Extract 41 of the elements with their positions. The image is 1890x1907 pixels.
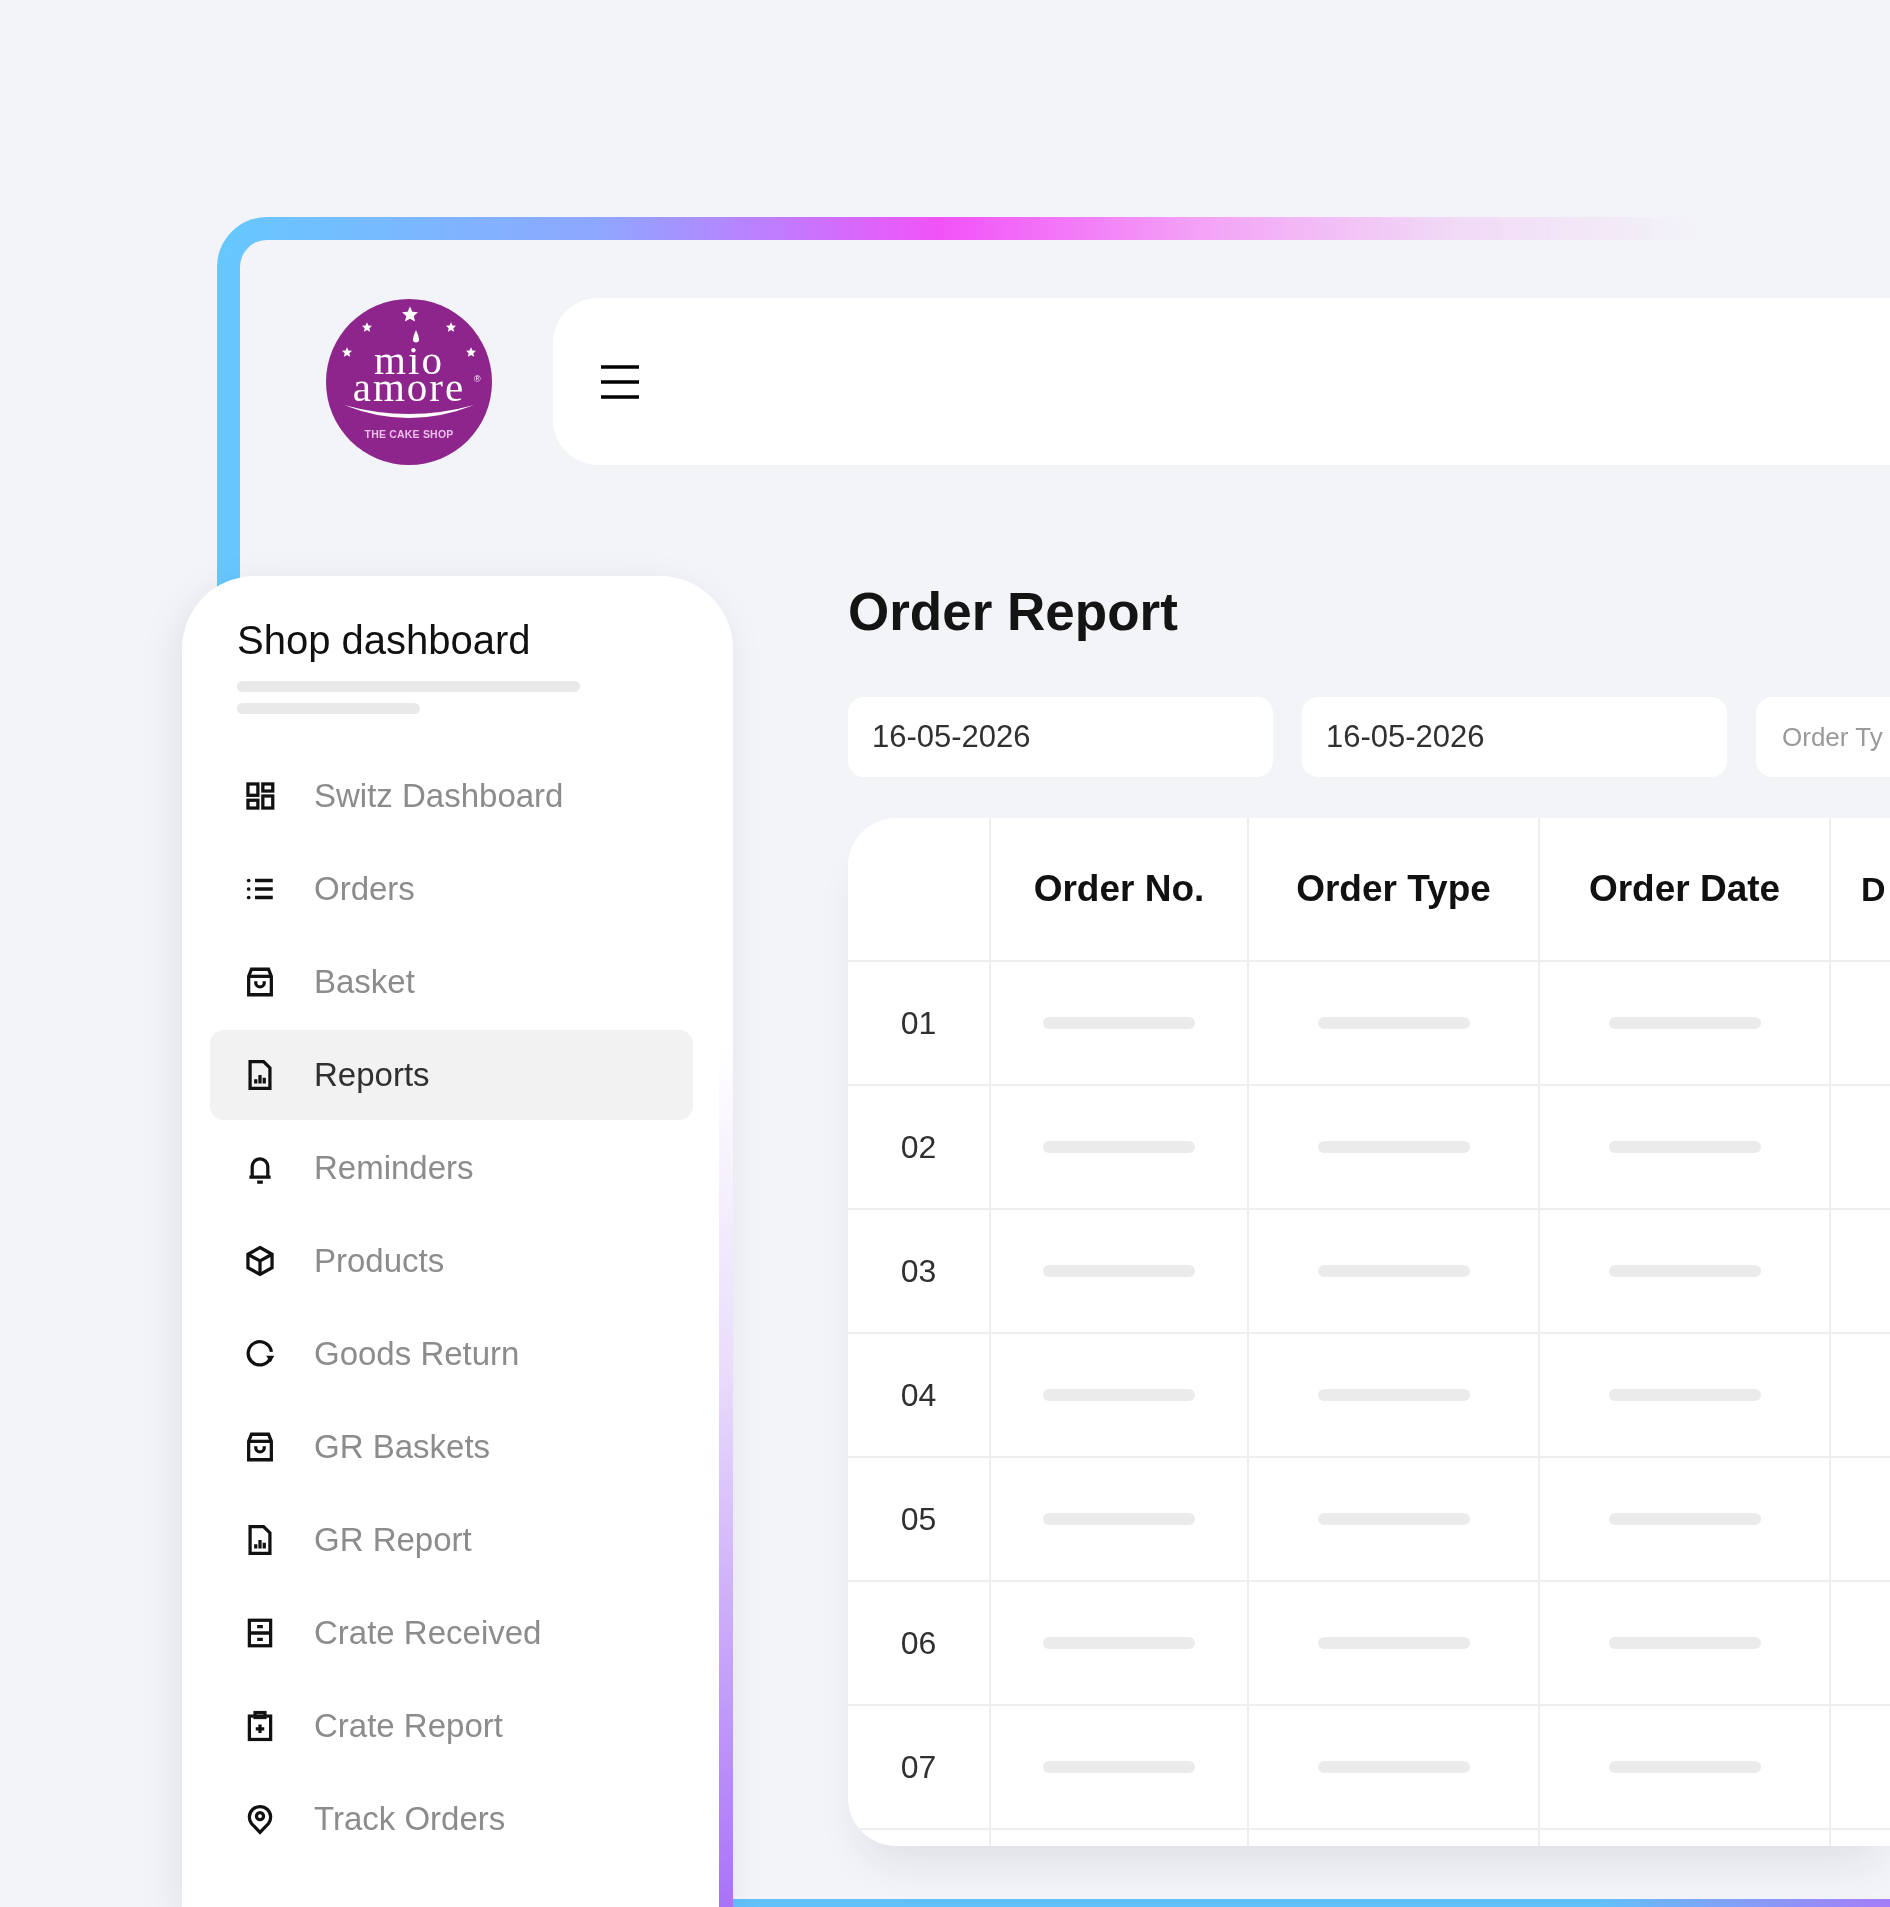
column-header: Order Date — [1588, 867, 1781, 911]
sidebar-item[interactable]: Crate Received — [210, 1588, 693, 1678]
date-field[interactable]: 16-05-2026 — [1302, 697, 1727, 777]
logo-wordmark: mio amore — [352, 346, 466, 401]
sidebar-item[interactable]: Orders — [210, 844, 693, 934]
column-header: Order No. — [1033, 867, 1205, 911]
sidebar-item[interactable]: Reminders — [210, 1123, 693, 1213]
column-header: D — [1861, 869, 1886, 910]
menu-icon[interactable] — [601, 364, 639, 399]
sidebar-title: Shop dashboard — [237, 617, 532, 664]
star-icon — [466, 346, 476, 357]
logo-tagline: THE CAKE SHOP — [364, 428, 454, 440]
grid-icon — [243, 779, 277, 813]
date-field[interactable]: 16-05-2026 — [848, 697, 1273, 777]
row-number: 03 — [900, 1252, 937, 1290]
swoosh-icon — [343, 403, 475, 418]
row-number: 02 — [900, 1128, 937, 1166]
star-icon — [362, 321, 372, 332]
row-number: 06 — [900, 1624, 937, 1662]
sidebar-item[interactable]: Switz Dashboard — [210, 751, 693, 841]
row-number: 07 — [900, 1748, 937, 1786]
input-field[interactable]: Order Ty — [1756, 697, 1890, 777]
star-icon — [446, 321, 456, 332]
flame-icon — [413, 329, 419, 343]
row-number: 05 — [900, 1500, 937, 1538]
star-icon — [342, 346, 352, 357]
sidebar-item[interactable]: GR Report — [210, 1495, 693, 1585]
column-header: Order Type — [1296, 867, 1491, 911]
page-title: Order Report — [848, 581, 1179, 643]
row-number: 04 — [900, 1376, 937, 1414]
sidebar-item[interactable]: Crate Report — [210, 1681, 693, 1771]
registered-mark: ® — [474, 373, 481, 384]
sidebar-item[interactable]: Track Orders — [210, 1774, 693, 1864]
sidebar-item[interactable]: GR Baskets — [210, 1402, 693, 1492]
row-number: 01 — [900, 1004, 937, 1042]
cube-icon — [243, 1244, 277, 1278]
star-icon — [402, 305, 418, 322]
sidebar-item[interactable]: Reports — [210, 1030, 693, 1120]
sidebar-item[interactable]: Goods Return — [210, 1309, 693, 1399]
sidebar-item[interactable]: Basket — [210, 937, 693, 1027]
sidebar-item[interactable]: Products — [210, 1216, 693, 1306]
